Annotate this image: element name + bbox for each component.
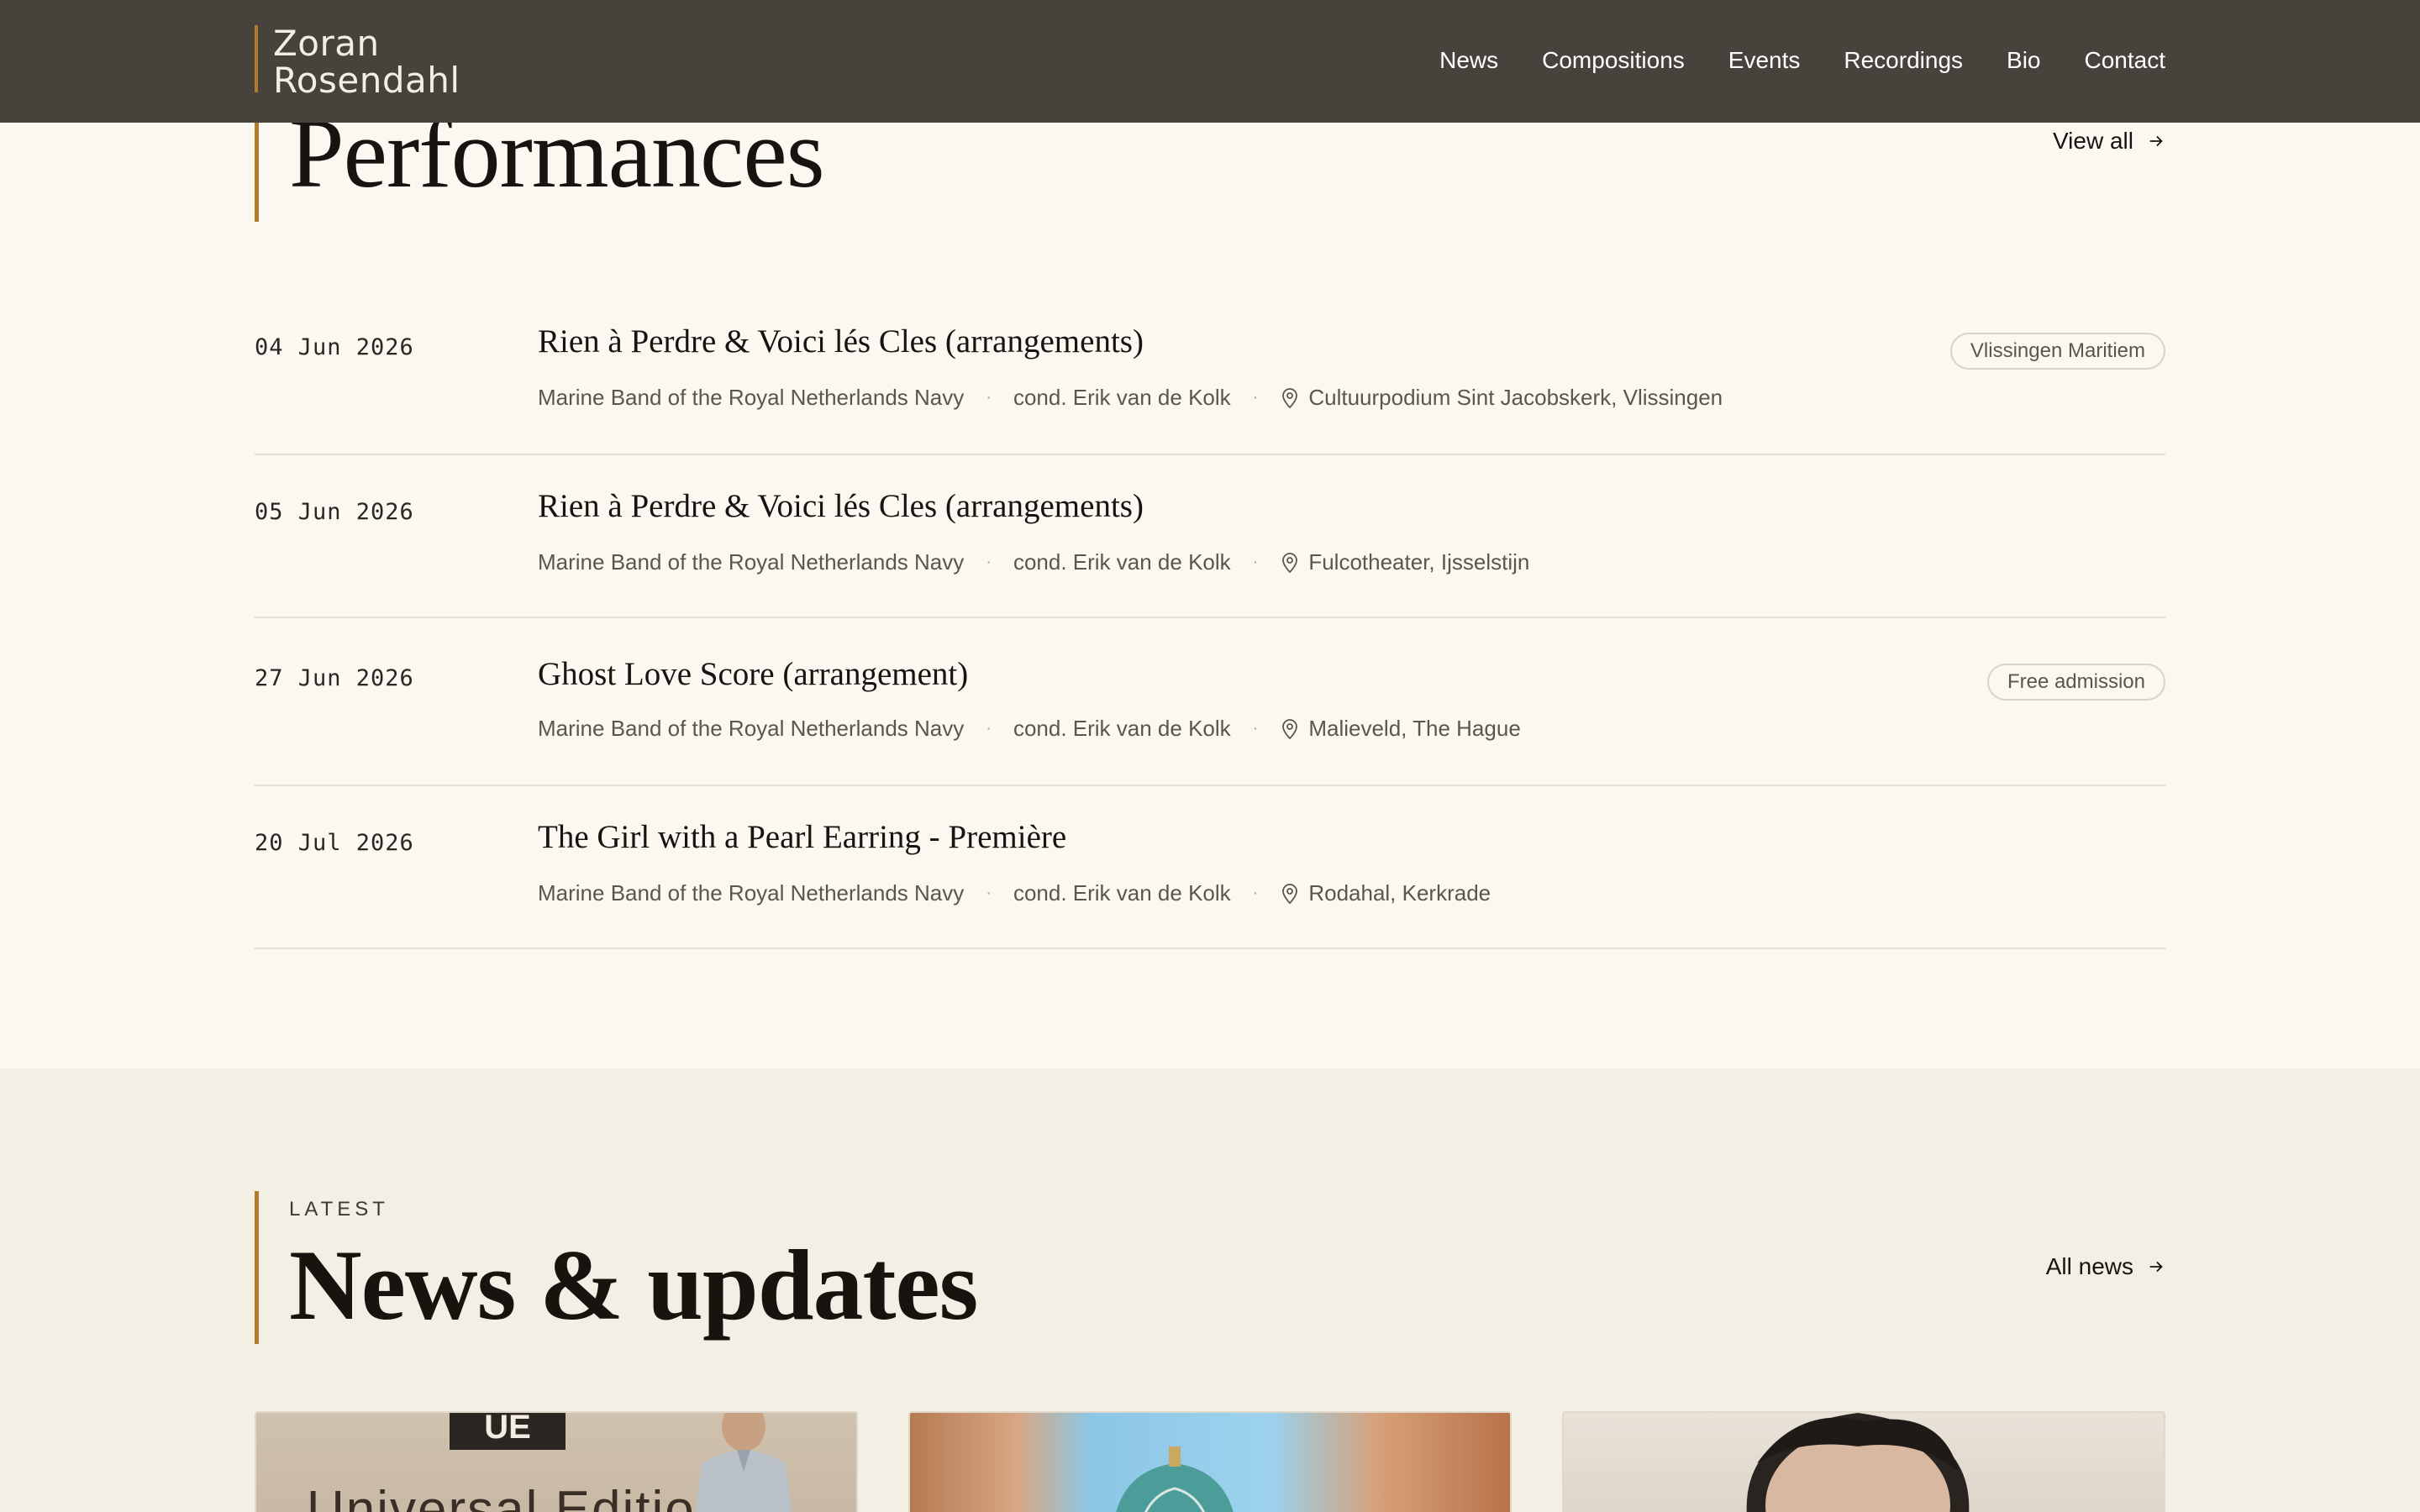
nav-item-contact[interactable]: Contact [2085,44,2166,77]
separator-dot: · [986,884,992,902]
news-card-image-sign: UE [450,1413,566,1450]
event-row[interactable]: 04 Jun 2026 Rien à Perdre & Voici lés Cl… [255,291,2165,455]
location-pin-icon [1282,552,1298,573]
all-news-label: All news [2045,1253,2133,1279]
church-dome-photo [1116,1446,1234,1512]
nav-item-news[interactable]: News [1439,44,1498,77]
location-pin-icon [1282,718,1298,739]
nav-item-compositions[interactable]: Compositions [1542,44,1685,77]
event-conductor: cond. Erik van de Kolk [1013,880,1231,906]
event-badge: Vlissingen Maritiem [1949,333,2165,370]
site-logo[interactable]: Zoran Rosendahl [255,23,460,99]
location-pin-icon [1282,883,1298,904]
news-heading: LATEST News & updates [255,1191,978,1344]
person-photo [695,1413,792,1512]
main-nav: News Compositions Events Recordings Bio … [1439,44,2165,77]
nav-item-bio[interactable]: Bio [2007,44,2040,77]
news-card[interactable] [1562,1411,2165,1512]
nav-item-events[interactable]: Events [1728,44,1801,77]
event-ensemble: Marine Band of the Royal Netherlands Nav… [538,880,965,906]
news-cards: UE Universal Edition [255,1411,2165,1512]
event-meta: Marine Band of the Royal Netherlands Nav… [538,385,1723,411]
news-title: News & updates [289,1229,978,1341]
event-row[interactable]: 20 Jul 2026 The Girl with a Pearl Earrin… [255,786,2165,949]
separator-dot: · [1252,884,1259,902]
view-all-link[interactable]: View all [2053,128,2165,155]
event-title[interactable]: Ghost Love Score (arrangement) [538,655,968,693]
event-venue: Malieveld, The Hague [1308,716,1521,741]
event-meta: Marine Band of the Royal Netherlands Nav… [538,880,1491,906]
event-meta: Marine Band of the Royal Netherlands Nav… [538,549,1529,575]
event-date: 27 Jun 2026 [255,665,414,691]
event-date: 05 Jun 2026 [255,499,414,525]
logo-line-2: Rosendahl [273,60,460,101]
performances-heading: Performances [255,104,825,222]
event-meta: Marine Band of the Royal Netherlands Nav… [538,716,1521,742]
event-date: 04 Jun 2026 [255,334,414,360]
news-card[interactable] [908,1411,1512,1512]
event-conductor: cond. Erik van de Kolk [1013,716,1231,741]
separator-dot: · [986,719,992,738]
separator-dot: · [1252,719,1259,738]
logo-line-1: Zoran [273,23,380,64]
event-date: 20 Jul 2026 [255,830,414,856]
event-venue: Rodahal, Kerkrade [1308,880,1491,906]
performances-list: 04 Jun 2026 Rien à Perdre & Voici lés Cl… [255,291,2165,949]
separator-dot: · [986,388,992,407]
event-ensemble: Marine Band of the Royal Netherlands Nav… [538,549,965,575]
nav-item-recordings[interactable]: Recordings [1844,44,1963,77]
event-title[interactable]: Rien à Perdre & Voici lés Cles (arrangem… [538,487,1144,525]
view-all-label: View all [2053,128,2133,154]
event-row[interactable]: 05 Jun 2026 Rien à Perdre & Voici lés Cl… [255,455,2165,618]
all-news-link[interactable]: All news [2046,1253,2165,1280]
event-ensemble: Marine Band of the Royal Netherlands Nav… [538,716,965,741]
event-title[interactable]: The Girl with a Pearl Earring - Première [538,818,1066,856]
event-conductor: cond. Erik van de Kolk [1013,549,1231,575]
arrow-right-icon [2149,1261,2163,1273]
event-row[interactable]: 27 Jun 2026 Ghost Love Score (arrangemen… [255,618,2165,786]
event-venue: Fulcotheater, Ijsselstijn [1308,549,1530,575]
separator-dot: · [1252,553,1259,571]
event-conductor: cond. Erik van de Kolk [1013,385,1231,410]
news-card[interactable]: UE Universal Edition [255,1411,858,1512]
location-pin-icon [1282,387,1298,408]
portrait-photo [1746,1413,1970,1512]
site-header: Zoran Rosendahl News Compositions Events… [0,0,2420,123]
event-venue: Cultuurpodium Sint Jacobskerk, Vlissinge… [1308,385,1723,410]
news-kicker: LATEST [289,1198,389,1221]
arrow-right-icon [2149,135,2163,147]
event-title[interactable]: Rien à Perdre & Voici lés Cles (arrangem… [538,323,1144,360]
event-badge: Free admission [1986,664,2165,701]
event-ensemble: Marine Band of the Royal Netherlands Nav… [538,385,965,410]
separator-dot: · [986,553,992,571]
separator-dot: · [1252,388,1259,407]
news-card-image-text: Universal Edition [307,1481,727,1512]
